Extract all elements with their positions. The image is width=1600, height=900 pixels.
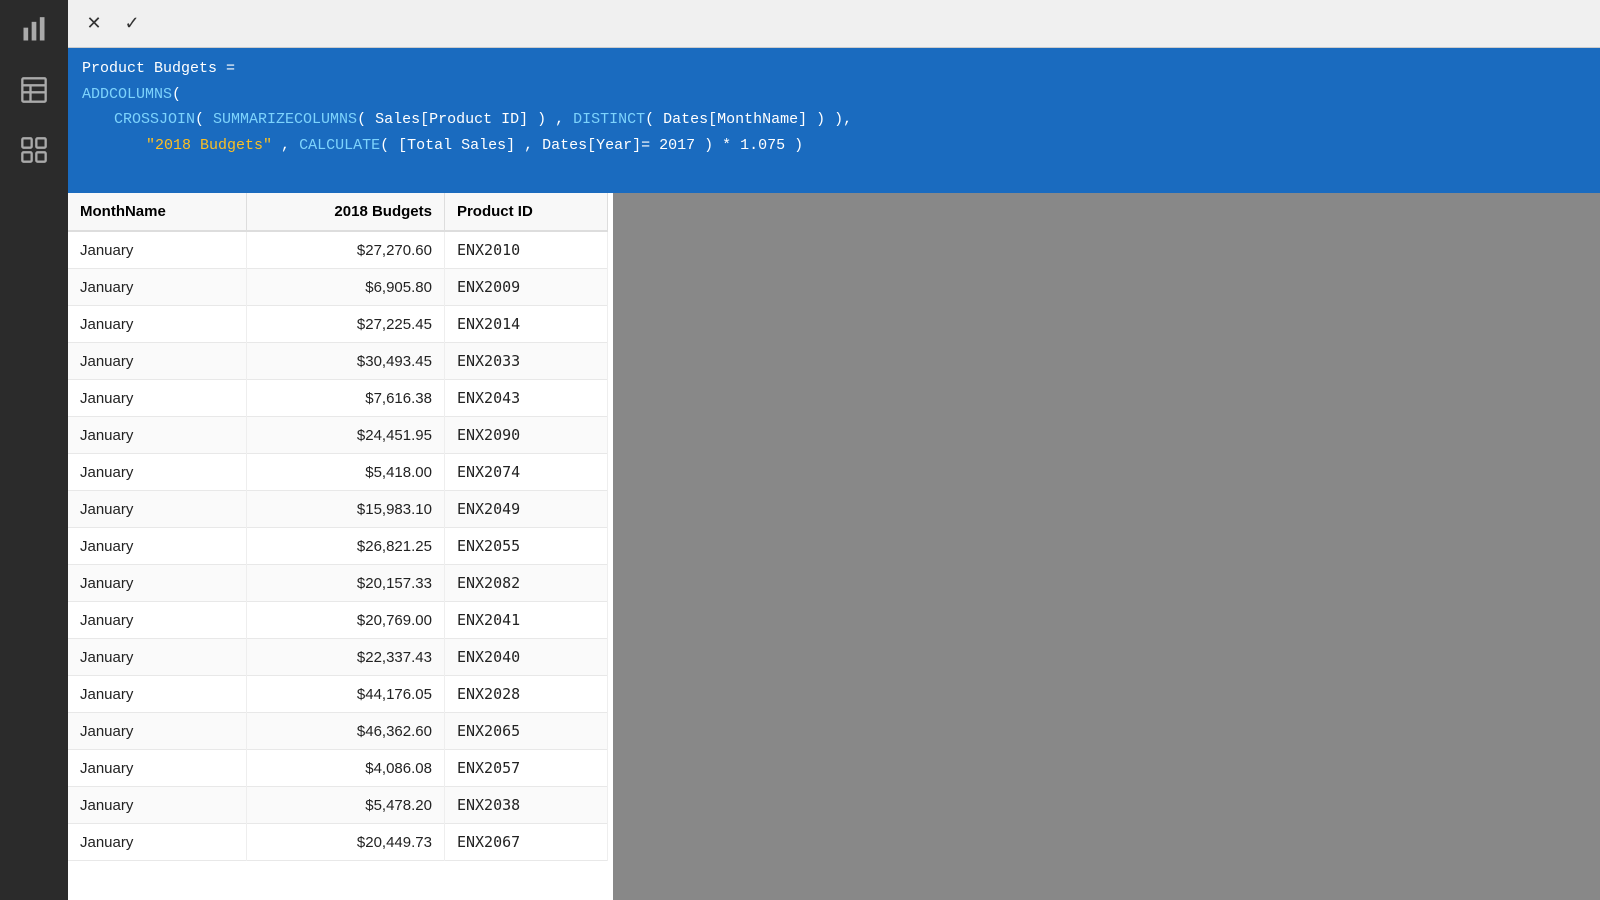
cell-month: January bbox=[68, 380, 246, 417]
cell-budget: $20,157.33 bbox=[246, 565, 444, 602]
table-row: January $44,176.05 ENX2028 bbox=[68, 676, 608, 713]
table-body: January $27,270.60 ENX2010 January $6,90… bbox=[68, 231, 608, 861]
cell-product-id: ENX2082 bbox=[444, 565, 607, 602]
cell-product-id: ENX2028 bbox=[444, 676, 607, 713]
cell-product-id: ENX2014 bbox=[444, 306, 607, 343]
cell-product-id: ENX2010 bbox=[444, 231, 607, 269]
cell-budget: $20,769.00 bbox=[246, 602, 444, 639]
cell-budget: $26,821.25 bbox=[246, 528, 444, 565]
table-row: January $27,225.45 ENX2014 bbox=[68, 306, 608, 343]
formula-line3: CROSSJOIN( SUMMARIZECOLUMNS( Sales[Produ… bbox=[82, 107, 1586, 133]
table-panel: MonthName 2018 Budgets Product ID Januar… bbox=[68, 193, 613, 900]
table-row: January $6,905.80 ENX2009 bbox=[68, 269, 608, 306]
table-icon[interactable] bbox=[0, 60, 68, 120]
cell-month: January bbox=[68, 454, 246, 491]
cell-product-id: ENX2055 bbox=[444, 528, 607, 565]
cell-product-id: ENX2065 bbox=[444, 713, 607, 750]
cell-product-id: ENX2040 bbox=[444, 639, 607, 676]
data-table: MonthName 2018 Budgets Product ID Januar… bbox=[68, 193, 608, 861]
right-area bbox=[613, 193, 1600, 900]
table-row: January $7,616.38 ENX2043 bbox=[68, 380, 608, 417]
cell-product-id: ENX2074 bbox=[444, 454, 607, 491]
col-header-month: MonthName bbox=[68, 193, 246, 231]
table-row: January $4,086.08 ENX2057 bbox=[68, 750, 608, 787]
cell-budget: $7,616.38 bbox=[246, 380, 444, 417]
cell-month: January bbox=[68, 528, 246, 565]
cancel-button[interactable]: ✕ bbox=[76, 6, 112, 42]
formula-line4: "2018 Budgets" , CALCULATE( [Total Sales… bbox=[82, 133, 1586, 159]
cell-budget: $4,086.08 bbox=[246, 750, 444, 787]
cell-budget: $6,905.80 bbox=[246, 269, 444, 306]
cell-month: January bbox=[68, 824, 246, 861]
cell-product-id: ENX2067 bbox=[444, 824, 607, 861]
cell-budget: $20,449.73 bbox=[246, 824, 444, 861]
table-row: January $30,493.45 ENX2033 bbox=[68, 343, 608, 380]
cell-month: January bbox=[68, 343, 246, 380]
cell-month: January bbox=[68, 750, 246, 787]
cell-month: January bbox=[68, 491, 246, 528]
cell-budget: $5,478.20 bbox=[246, 787, 444, 824]
cell-month: January bbox=[68, 306, 246, 343]
cell-month: January bbox=[68, 787, 246, 824]
toolbar: ✕ ✓ bbox=[68, 0, 1600, 48]
table-row: January $27,270.60 ENX2010 bbox=[68, 231, 608, 269]
table-row: January $22,337.43 ENX2040 bbox=[68, 639, 608, 676]
table-row: January $24,451.95 ENX2090 bbox=[68, 417, 608, 454]
model-icon[interactable] bbox=[0, 120, 68, 180]
cell-budget: $15,983.10 bbox=[246, 491, 444, 528]
cell-budget: $27,270.60 bbox=[246, 231, 444, 269]
table-container[interactable]: MonthName 2018 Budgets Product ID Januar… bbox=[68, 193, 613, 900]
table-row: January $5,418.00 ENX2074 bbox=[68, 454, 608, 491]
cell-product-id: ENX2049 bbox=[444, 491, 607, 528]
cell-product-id: ENX2057 bbox=[444, 750, 607, 787]
table-row: January $20,449.73 ENX2067 bbox=[68, 824, 608, 861]
table-row: January $5,478.20 ENX2038 bbox=[68, 787, 608, 824]
col-header-budget: 2018 Budgets bbox=[246, 193, 444, 231]
formula-bar[interactable]: Product Budgets = ADDCOLUMNS( CROSSJOIN(… bbox=[68, 48, 1600, 193]
cell-product-id: ENX2038 bbox=[444, 787, 607, 824]
table-row: January $15,983.10 ENX2049 bbox=[68, 491, 608, 528]
cell-month: January bbox=[68, 417, 246, 454]
cell-budget: $44,176.05 bbox=[246, 676, 444, 713]
cell-month: January bbox=[68, 269, 246, 306]
sidebar bbox=[0, 0, 68, 900]
table-row: January $46,362.60 ENX2065 bbox=[68, 713, 608, 750]
cell-budget: $27,225.45 bbox=[246, 306, 444, 343]
confirm-button[interactable]: ✓ bbox=[114, 6, 150, 42]
table-row: January $20,769.00 ENX2041 bbox=[68, 602, 608, 639]
cell-month: January bbox=[68, 602, 246, 639]
header-row: MonthName 2018 Budgets Product ID bbox=[68, 193, 608, 231]
cell-budget: $22,337.43 bbox=[246, 639, 444, 676]
cell-month: January bbox=[68, 676, 246, 713]
table-row: January $26,821.25 ENX2055 bbox=[68, 528, 608, 565]
cell-product-id: ENX2090 bbox=[444, 417, 607, 454]
col-header-product-id: Product ID bbox=[444, 193, 607, 231]
content-area: MonthName 2018 Budgets Product ID Januar… bbox=[68, 193, 1600, 900]
cell-product-id: ENX2041 bbox=[444, 602, 607, 639]
formula-line2: ADDCOLUMNS( bbox=[82, 82, 1586, 108]
formula-line1: Product Budgets = bbox=[82, 56, 1586, 82]
cell-product-id: ENX2043 bbox=[444, 380, 607, 417]
cell-product-id: ENX2009 bbox=[444, 269, 607, 306]
cell-month: January bbox=[68, 565, 246, 602]
cell-budget: $46,362.60 bbox=[246, 713, 444, 750]
cell-month: January bbox=[68, 231, 246, 269]
cell-budget: $5,418.00 bbox=[246, 454, 444, 491]
cell-product-id: ENX2033 bbox=[444, 343, 607, 380]
cell-month: January bbox=[68, 639, 246, 676]
cell-budget: $30,493.45 bbox=[246, 343, 444, 380]
bar-chart-icon[interactable] bbox=[0, 0, 68, 60]
table-row: January $20,157.33 ENX2082 bbox=[68, 565, 608, 602]
cell-budget: $24,451.95 bbox=[246, 417, 444, 454]
cell-month: January bbox=[68, 713, 246, 750]
table-header: MonthName 2018 Budgets Product ID bbox=[68, 193, 608, 231]
main-content: ✕ ✓ Product Budgets = ADDCOLUMNS( CROSSJ… bbox=[68, 0, 1600, 900]
